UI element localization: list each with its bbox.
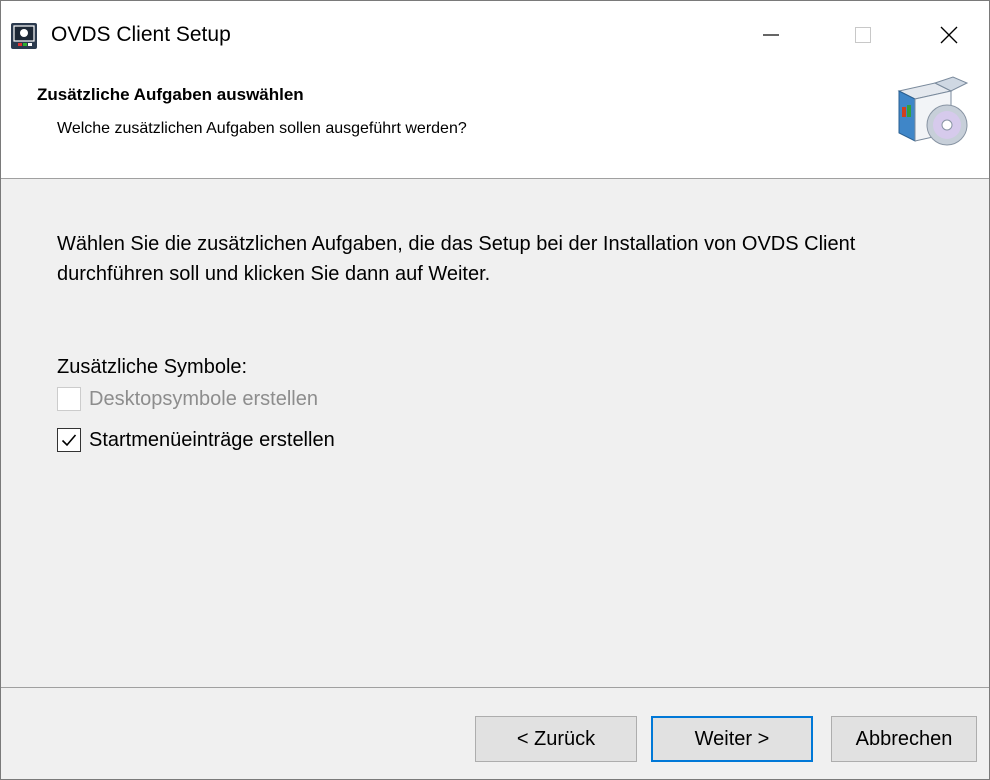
desktop-icons-label: Desktopsymbole erstellen (89, 387, 318, 410)
next-button[interactable]: Weiter > (651, 716, 813, 762)
title-bar[interactable]: OVDS Client Setup (1, 1, 989, 69)
close-icon (940, 26, 958, 44)
startmenu-entries-checkbox[interactable] (57, 428, 81, 452)
setup-window: OVDS Client Setup Zusätzliche Aufgaben a… (0, 0, 990, 780)
window-title: OVDS Client Setup (51, 23, 231, 46)
maximize-icon (855, 27, 871, 43)
group-label-symbols: Zusätzliche Symbole: (57, 356, 248, 378)
startmenu-entries-label[interactable]: Startmenüeinträge erstellen (89, 429, 335, 452)
checkmark-icon (61, 434, 77, 447)
app-icon (11, 23, 37, 49)
wizard-header: Zusätzliche Aufgaben auswählen Welche zu… (1, 69, 989, 179)
desktop-icons-checkbox (57, 387, 81, 411)
instruction-text: Wählen Sie die zusätzlichen Aufgaben, di… (57, 233, 856, 285)
task-desktop-icons: Desktopsymbole erstellen (57, 386, 318, 412)
task-startmenu-entries[interactable]: Startmenüeinträge erstellen (57, 427, 335, 453)
bottom-divider (1, 687, 989, 688)
cancel-button[interactable]: Abbrechen (831, 716, 977, 762)
minimize-icon (763, 34, 779, 36)
page-title: Zusätzliche Aufgaben auswählen (37, 85, 304, 104)
close-button[interactable] (909, 1, 989, 69)
maximize-button (817, 1, 909, 69)
page-subtitle: Welche zusätzlichen Aufgaben sollen ausg… (57, 120, 467, 137)
minimize-button[interactable] (725, 1, 817, 69)
setup-box-icon (897, 76, 969, 146)
back-button[interactable]: < Zurück (475, 716, 637, 762)
